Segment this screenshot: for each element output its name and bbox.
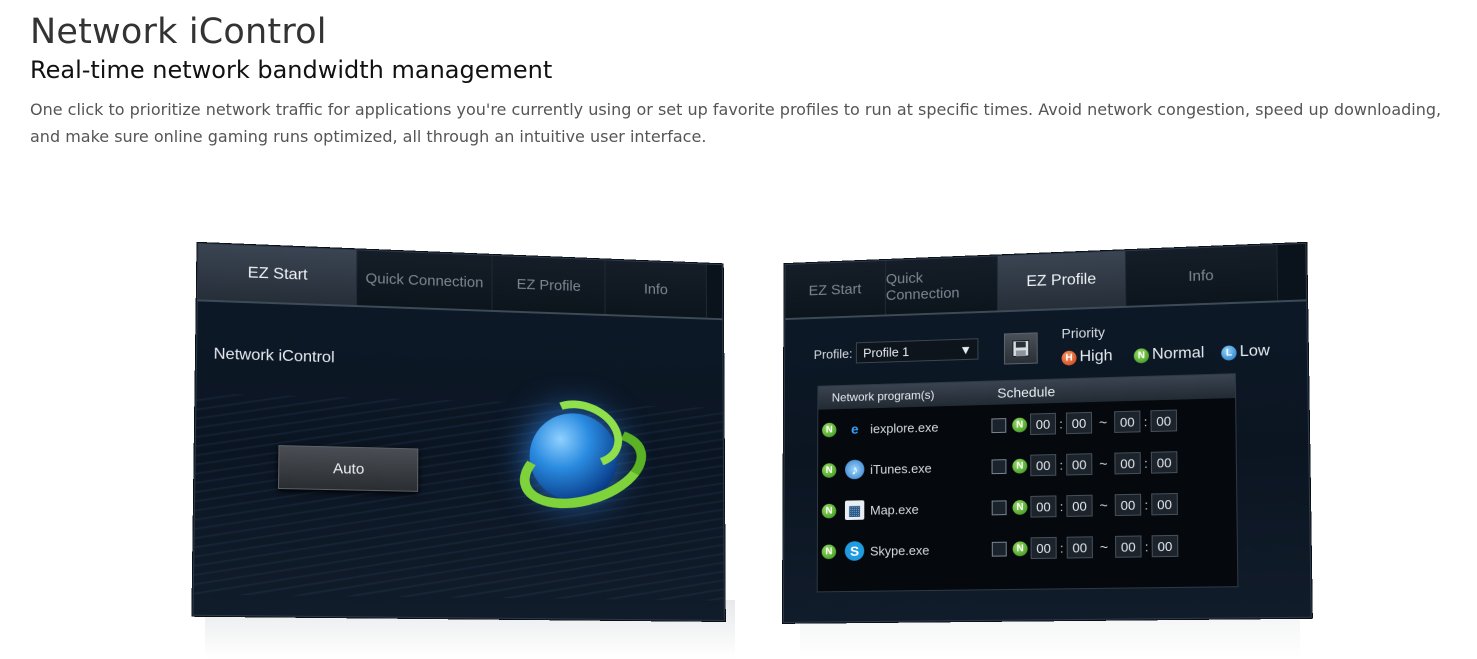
end-minute-input[interactable]: 00 (1151, 534, 1179, 558)
column-schedule: Schedule (997, 383, 1056, 401)
priority-normal-icon[interactable]: N (821, 543, 837, 559)
profile-label: Profile: (813, 345, 853, 362)
start-minute-input[interactable]: 00 (1066, 453, 1093, 476)
schedule-checkbox[interactable] (991, 541, 1007, 557)
range-separator: ~ (1099, 455, 1108, 472)
priority-normal-icon[interactable]: N (1012, 540, 1028, 556)
end-hour-input[interactable]: 00 (1114, 493, 1142, 517)
tab-ez-profile[interactable]: EZ Profile (492, 255, 606, 315)
time-separator: : (1059, 498, 1064, 514)
table-row: N S Skype.exe N 00 : 00 ~ 00 : 00 (818, 524, 1237, 572)
priority-normal-icon[interactable]: N (821, 503, 837, 519)
tab-ez-profile[interactable]: EZ Profile (997, 251, 1127, 311)
priority-high-icon: H (1061, 350, 1077, 366)
time-separator: : (1059, 457, 1064, 473)
end-hour-input[interactable]: 00 (1114, 410, 1141, 433)
range-separator: ~ (1099, 497, 1108, 514)
priority-normal-icon[interactable]: N (1012, 417, 1028, 433)
schedule-checkbox[interactable] (991, 417, 1007, 433)
end-minute-input[interactable]: 00 (1150, 451, 1178, 474)
program-name: iTunes.exe (870, 460, 932, 477)
app-title: Network iControl (213, 345, 335, 367)
ez-start-screen: EZ Start Quick Connection EZ Profile Inf… (192, 242, 725, 622)
tab-ez-start[interactable]: EZ Start (197, 243, 358, 306)
priority-low-icon: L (1221, 344, 1237, 361)
tab-info[interactable]: Info (605, 260, 707, 318)
save-icon (1012, 339, 1030, 357)
save-button[interactable] (1003, 332, 1038, 365)
end-minute-input[interactable]: 00 (1151, 492, 1178, 516)
start-minute-input[interactable]: 00 (1066, 536, 1093, 559)
time-separator: : (1059, 540, 1064, 556)
tab-info[interactable]: Info (1125, 245, 1279, 306)
profile-dropdown[interactable]: Profile 1 ▼ (856, 338, 979, 364)
priority-normal-label: Normal (1151, 344, 1205, 363)
range-separator: ~ (1099, 539, 1109, 556)
ez-profile-screen: EZ Start Quick Connection EZ Profile Inf… (782, 242, 1312, 623)
range-separator: ~ (1098, 414, 1108, 431)
start-hour-input[interactable]: 00 (1030, 536, 1057, 560)
program-name: iexplore.exe (870, 419, 939, 436)
start-hour-input[interactable]: 00 (1030, 412, 1057, 436)
page-description: One click to prioritize network traffic … (30, 100, 1442, 146)
tab-quick-connection[interactable]: Quick Connection (357, 250, 493, 310)
program-name: Skype.exe (870, 542, 930, 559)
schedule-checkbox[interactable] (991, 458, 1007, 474)
profile-selector: Profile: Profile 1 ▼ (814, 338, 979, 365)
priority-normal-option[interactable]: N Normal (1133, 344, 1205, 364)
page-subtitle: Real-time network bandwidth management (30, 56, 553, 84)
tab-quick-connection[interactable]: Quick Connection (885, 256, 998, 315)
priority-normal-icon[interactable]: N (1012, 458, 1028, 474)
priority-normal-icon[interactable]: N (821, 462, 837, 478)
profile-value: Profile 1 (863, 343, 910, 360)
table-row: N ▦ Map.exe N 00 : 00 ~ 00 : 00 (818, 482, 1237, 531)
ie-icon: e (850, 421, 859, 437)
priority-normal-icon[interactable]: N (1012, 499, 1028, 515)
time-separator: : (1059, 416, 1063, 431)
itunes-icon: ♪ (845, 459, 865, 480)
end-minute-input[interactable]: 00 (1150, 409, 1178, 433)
tab-ez-start[interactable]: EZ Start (785, 260, 886, 319)
skype-icon: S (844, 541, 865, 561)
program-name: Map.exe (870, 501, 919, 518)
chevron-down-icon: ▼ (959, 341, 973, 357)
column-network-programs: Network program(s) (831, 388, 935, 405)
left-tabbar: EZ Start Quick Connection EZ Profile Inf… (197, 243, 723, 321)
priority-high-label: High (1079, 347, 1113, 366)
time-separator: : (1144, 538, 1149, 554)
end-hour-input[interactable]: 00 (1115, 535, 1142, 558)
start-minute-input[interactable]: 00 (1066, 494, 1093, 517)
priority-normal-icon: N (1133, 347, 1150, 363)
time-separator: : (1144, 497, 1149, 513)
schedule-checkbox[interactable] (991, 499, 1007, 515)
auto-button[interactable]: Auto (277, 445, 419, 492)
map-icon: ▦ (844, 500, 865, 521)
priority-high-option[interactable]: H High (1061, 347, 1113, 366)
start-hour-input[interactable]: 00 (1030, 495, 1057, 518)
priority-low-option[interactable]: L Low (1221, 342, 1270, 361)
priority-label: Priority (1061, 324, 1106, 342)
schedule-table: Network program(s) Schedule N e iexplore… (816, 373, 1239, 593)
start-hour-input[interactable]: 00 (1030, 454, 1057, 477)
start-minute-input[interactable]: 00 (1065, 411, 1093, 435)
page-title: Network iControl (30, 12, 327, 52)
time-separator: : (1143, 455, 1148, 471)
priority-normal-icon[interactable]: N (822, 422, 837, 437)
background-swirl (193, 392, 724, 601)
end-hour-input[interactable]: 00 (1114, 452, 1141, 475)
priority-low-label: Low (1239, 342, 1271, 361)
time-separator: : (1143, 413, 1148, 429)
right-tabbar: EZ Start Quick Connection EZ Profile Inf… (785, 243, 1307, 320)
